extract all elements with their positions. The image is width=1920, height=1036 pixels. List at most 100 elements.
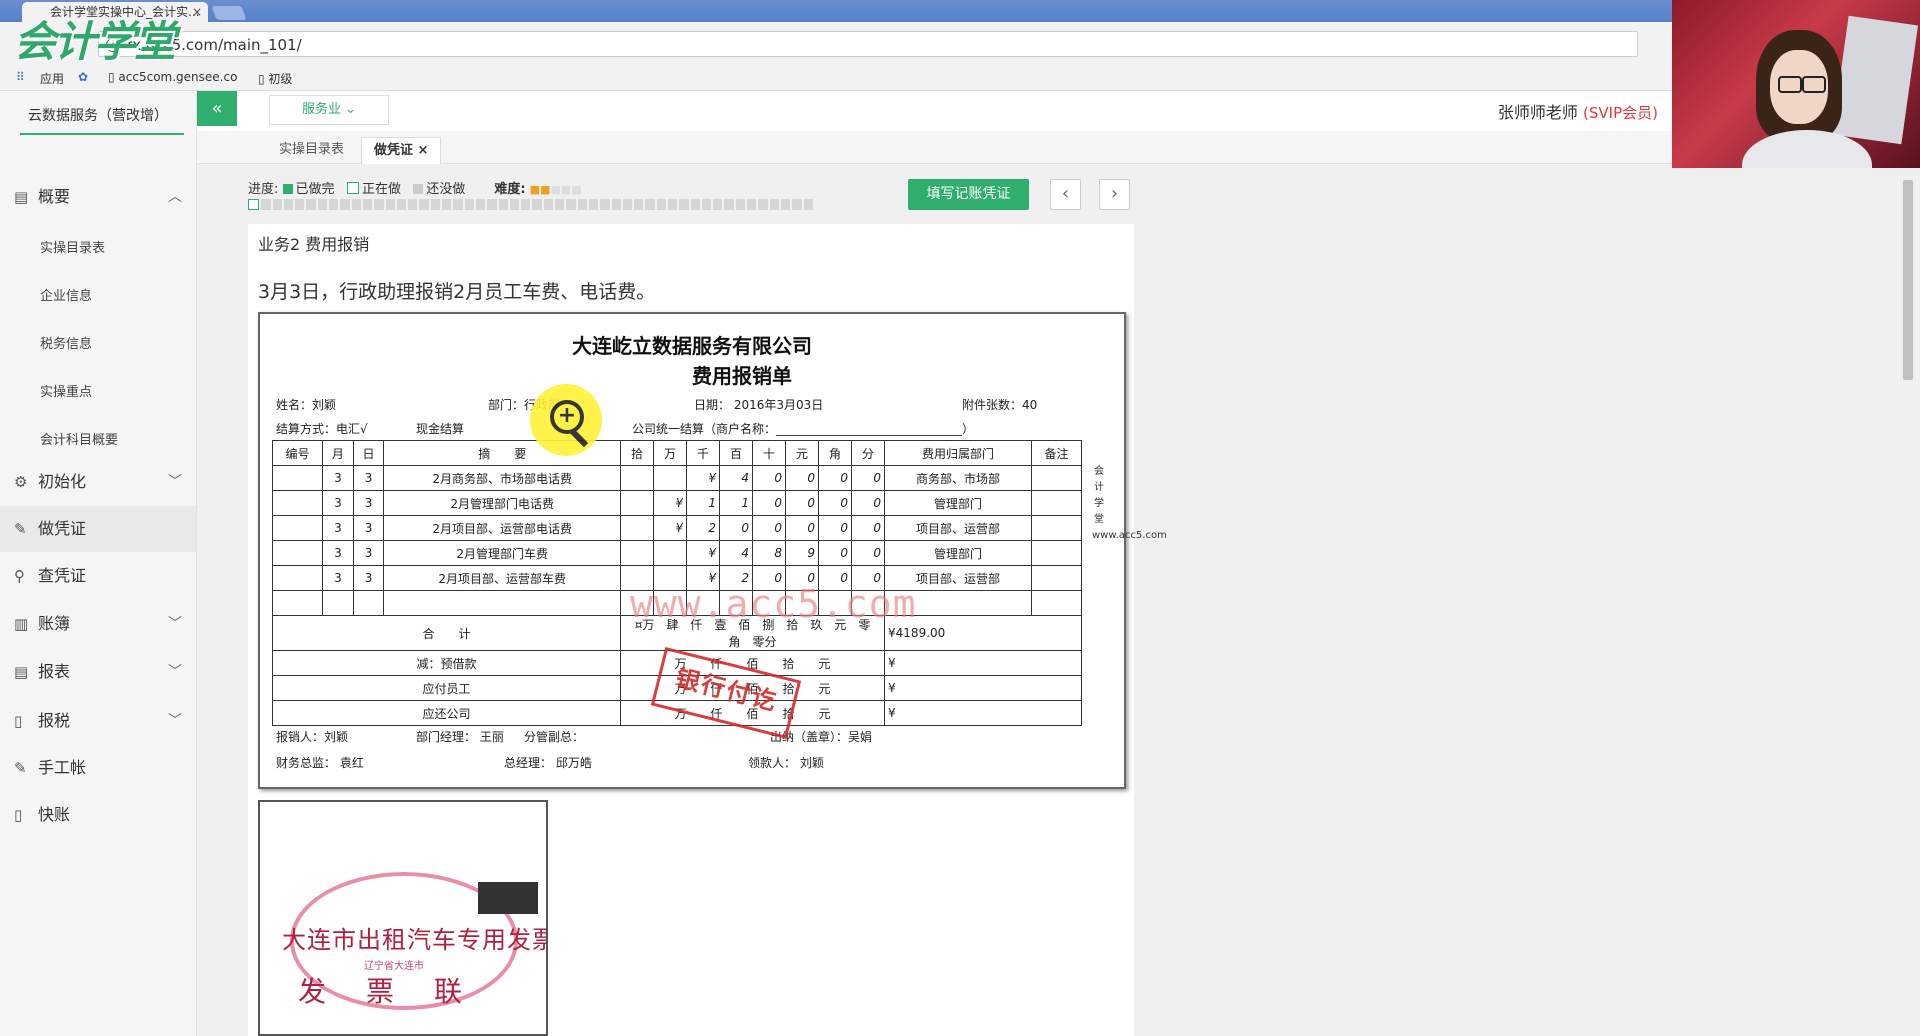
menu-overview[interactable]: ▤ 概要 ︿ (0, 174, 196, 220)
pen-icon: ✎ (14, 759, 27, 777)
progress-segment[interactable] (261, 199, 271, 210)
progress-segment[interactable] (724, 199, 734, 210)
menu-initialize[interactable]: ⚙ 初始化 ﹀ (0, 459, 196, 505)
progress-segment[interactable] (600, 199, 610, 210)
progress-segment[interactable] (713, 199, 723, 210)
sub-item-directory[interactable]: 实操目录表 (40, 237, 105, 256)
progress-segment[interactable] (408, 199, 418, 210)
progress-segment[interactable] (498, 199, 508, 210)
progress-segment[interactable] (329, 199, 339, 210)
voucher-side-text: 会计学堂www.acc5.com (1092, 466, 1167, 541)
progress-segment[interactable] (747, 199, 757, 210)
menu-ledger[interactable]: ▥ 账簿 ﹀ (0, 601, 196, 647)
difficulty-star-icon: ■ (540, 183, 551, 196)
menu-reports[interactable]: ▤ 报表 ﹀ (0, 649, 196, 695)
progress-segment[interactable] (453, 199, 463, 210)
progress-segment[interactable] (509, 199, 520, 210)
progress-segment[interactable] (351, 199, 361, 210)
expense-voucher-image[interactable]: 大连屹立数据服务有限公司 费用报销单 姓名：刘颖 部门：行政部 日期： 2016… (258, 312, 1167, 789)
next-button[interactable]: › (1099, 179, 1130, 210)
page-scrollbar[interactable] (1900, 168, 1916, 1036)
progress-segment[interactable] (656, 199, 666, 210)
progress-segment[interactable] (475, 199, 486, 210)
table-cell-dept: 项目部、运营部 (884, 515, 1032, 541)
progress-segment[interactable] (645, 199, 655, 210)
progress-segment[interactable] (634, 199, 644, 210)
prev-button[interactable]: ‹ (1050, 179, 1081, 210)
progress-segment[interactable] (317, 199, 328, 210)
sub-item-tax-info[interactable]: 税务信息 (40, 333, 92, 352)
progress-segment[interactable] (735, 199, 746, 210)
menu-quick-book[interactable]: ▯ 快账 (0, 792, 196, 838)
bookmark-apps[interactable]: 应用 (40, 70, 64, 87)
scrollbar-thumb[interactable] (1903, 180, 1913, 380)
progress-segment[interactable] (396, 199, 407, 210)
progress-segment[interactable] (555, 199, 565, 210)
apps-icon[interactable]: ⠿ (16, 70, 25, 84)
progress-segment[interactable] (758, 199, 768, 210)
progress-segment[interactable] (521, 199, 531, 210)
table-cell-month: 3 (322, 540, 354, 566)
progress-segment[interactable] (464, 199, 474, 210)
progress-segment[interactable] (340, 199, 350, 210)
progress-segment[interactable] (272, 199, 282, 210)
new-tab-button[interactable] (211, 6, 247, 20)
progress-segment[interactable] (419, 199, 429, 210)
progress-segment[interactable] (588, 199, 599, 210)
menu-make-voucher[interactable]: ✎ 做凭证 (0, 506, 196, 552)
progress-todo: 还没做 (426, 182, 466, 197)
table-header: 编号 (271, 440, 324, 466)
bookmark-chuji[interactable]: ▯ 初级 (258, 70, 292, 87)
progress-segment[interactable] (611, 199, 621, 210)
progress-bar[interactable] (248, 199, 813, 210)
progress-segment[interactable] (283, 199, 294, 210)
progress-segment[interactable] (622, 199, 633, 210)
progress-segment[interactable] (577, 199, 587, 210)
sub-item-key-points[interactable]: 实操重点 (40, 381, 92, 400)
table-cell-digit: 9 (785, 540, 820, 566)
tab-make-voucher[interactable]: 做凭证 × (361, 137, 442, 164)
progress-segment[interactable] (780, 199, 791, 210)
tab-close-icon[interactable]: × (192, 2, 202, 22)
user-info[interactable]: 张师师老师 (SVIP会员) (1498, 99, 1658, 123)
voucher-unified: 公司统一结算（商户名称：____________________________… (632, 422, 975, 436)
progress-segment[interactable] (679, 199, 689, 210)
progress-segment[interactable] (487, 199, 497, 210)
progress-segment[interactable] (362, 199, 373, 210)
sub-item-account-overview[interactable]: 会计科目概要 (40, 429, 118, 448)
progress-done: 已做完 (295, 182, 335, 197)
zoom-magnifier-icon[interactable]: + (530, 384, 602, 456)
table-cell-digit (653, 540, 688, 566)
table-cell-digit: 4 (719, 465, 754, 491)
progress-segment[interactable] (792, 199, 802, 210)
progress-segment[interactable] (295, 199, 305, 210)
progress-segment[interactable] (701, 199, 712, 210)
progress-segment[interactable] (248, 199, 260, 210)
menu-manual-book[interactable]: ✎ 手工帐 (0, 745, 196, 791)
progress-segment[interactable] (374, 199, 384, 210)
progress-segment[interactable] (690, 199, 700, 210)
table-cell (1030, 590, 1083, 616)
collapse-sidebar-button[interactable]: « (197, 91, 237, 126)
progress-segment[interactable] (430, 199, 441, 210)
table-cell-digit: ¥ (686, 465, 721, 491)
bookmark-acc5[interactable]: ▯ acc5com.gensee.co (108, 70, 237, 84)
fill-voucher-button[interactable]: 填写记账凭证 (908, 179, 1029, 210)
progress-segment[interactable] (385, 199, 395, 210)
tab-directory[interactable]: 实操目录表 (267, 137, 356, 163)
progress-segment[interactable] (532, 199, 542, 210)
progress-segment[interactable] (306, 199, 316, 210)
progress-segment[interactable] (442, 199, 452, 210)
menu-manual-book-label: 手工帐 (38, 758, 87, 777)
menu-tax[interactable]: ▯ 报税 ﹀ (0, 698, 196, 744)
taxi-receipt-image[interactable]: 大连市出租汽车专用发票 辽宁省大连市 发票联 (258, 800, 548, 1036)
industry-dropdown[interactable]: 服务业 ⌄ (269, 95, 389, 125)
progress-segment[interactable] (566, 199, 576, 210)
progress-segment[interactable] (769, 199, 779, 210)
address-bar[interactable]: i fx.acc5.com/main_101/ (98, 31, 1638, 57)
progress-segment[interactable] (803, 199, 813, 210)
menu-check-voucher[interactable]: ⚲ 查凭证 (0, 553, 196, 599)
sub-item-company-info[interactable]: 企业信息 (40, 285, 92, 304)
progress-segment[interactable] (667, 199, 678, 210)
progress-segment[interactable] (543, 199, 554, 210)
